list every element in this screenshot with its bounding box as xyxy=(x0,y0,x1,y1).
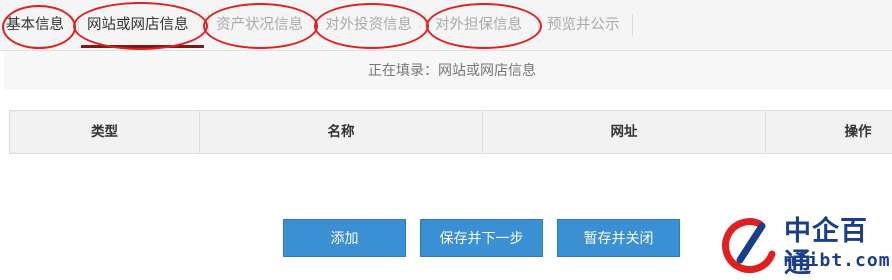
watermark-logo-icon xyxy=(722,218,776,274)
column-header-url: 网址 xyxy=(483,111,766,153)
tab-external-investment-info[interactable]: 对外投资信息 xyxy=(325,0,412,50)
watermark-domain: miibt.com xyxy=(784,250,891,271)
watermark-logo: 中企百通 miibt.com xyxy=(718,216,892,279)
save-next-button[interactable]: 保存并下一步 xyxy=(420,219,543,257)
status-current-step: 网站或网店信息 xyxy=(438,63,536,79)
website-table: 类型 名称 网址 操作 xyxy=(9,110,892,154)
tab-asset-status-info[interactable]: 资产状况信息 xyxy=(216,0,303,50)
save-close-button[interactable]: 暂存并关闭 xyxy=(557,219,680,257)
current-step-status: 正在填录：网站或网店信息 xyxy=(4,52,892,90)
tab-divider xyxy=(315,14,316,36)
column-header-name: 名称 xyxy=(200,111,483,153)
status-prefix: 正在填录： xyxy=(368,63,438,79)
step-tabbar: 基本信息 网站或网店信息 资产状况信息 对外投资信息 对外担保信息 预览并公示 xyxy=(0,0,892,51)
column-header-actions: 操作 xyxy=(844,124,872,140)
tab-divider xyxy=(632,14,633,36)
column-header-type: 类型 xyxy=(10,111,200,153)
tab-divider xyxy=(78,14,79,36)
tab-divider xyxy=(208,14,209,36)
tab-divider xyxy=(538,14,539,36)
tab-external-guarantee-info[interactable]: 对外担保信息 xyxy=(435,0,522,50)
tab-preview-publish[interactable]: 预览并公示 xyxy=(547,0,620,50)
active-tab-underline xyxy=(81,45,204,48)
add-button[interactable]: 添加 xyxy=(283,219,406,257)
tab-divider xyxy=(425,14,426,36)
tab-basic-info[interactable]: 基本信息 xyxy=(6,0,64,50)
tab-website-shop-info[interactable]: 网站或网店信息 xyxy=(87,0,189,50)
